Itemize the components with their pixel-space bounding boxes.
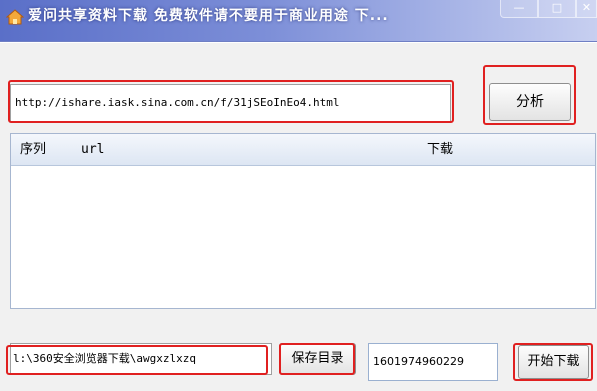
- close-button[interactable]: ✕: [576, 0, 597, 18]
- title-bar: 爱问共享资料下载 免费软件请不要用于商业用途 下... — □ ✕: [0, 0, 597, 42]
- window-title: 爱问共享资料下载 免费软件请不要用于商业用途 下...: [28, 8, 389, 24]
- column-header-url[interactable]: url: [81, 134, 104, 166]
- analyze-button[interactable]: 分析: [489, 83, 571, 121]
- maximize-button[interactable]: □: [538, 0, 576, 18]
- url-input[interactable]: http://ishare.iask.sina.com.cn/f/31jSEoI…: [10, 84, 451, 122]
- list-header: 序列 url 下载: [11, 134, 595, 166]
- save-path-input[interactable]: l:\360安全浏览器下载\awgxzlxzq: [10, 343, 272, 375]
- code-input[interactable]: 1601974960229: [368, 343, 498, 381]
- column-header-sequence[interactable]: 序列: [20, 134, 46, 166]
- column-header-download[interactable]: 下载: [427, 134, 453, 166]
- start-download-button[interactable]: 开始下载: [518, 345, 589, 379]
- save-directory-button[interactable]: 保存目录: [279, 343, 356, 375]
- minimize-button[interactable]: —: [500, 0, 538, 18]
- file-list[interactable]: 序列 url 下载: [10, 133, 596, 309]
- app-house-icon: [5, 9, 25, 25]
